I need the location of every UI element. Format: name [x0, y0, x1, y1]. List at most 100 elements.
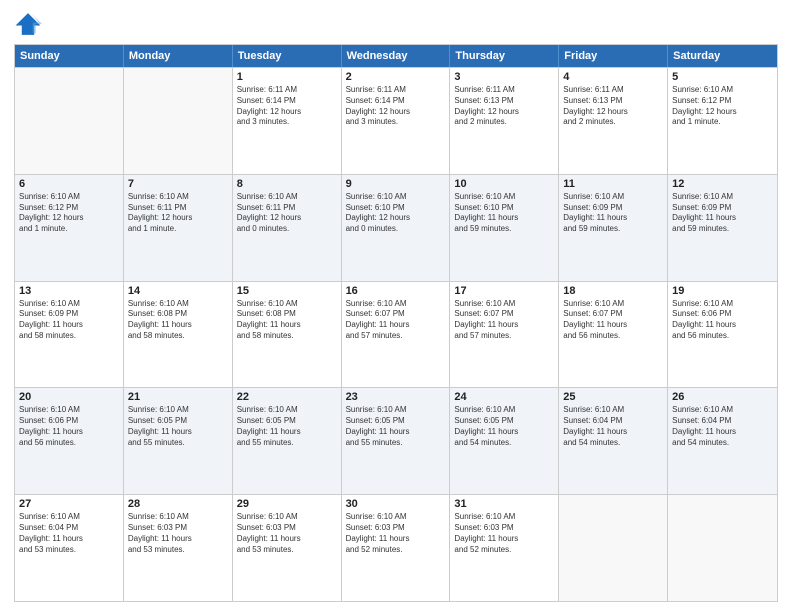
cell-info: Sunrise: 6:10 AM Sunset: 6:11 PM Dayligh… [237, 192, 337, 235]
day-number: 4 [563, 71, 663, 83]
calendar-cell: 8 Sunrise: 6:10 AM Sunset: 6:11 PM Daylig… [233, 175, 342, 281]
calendar-header-cell: Wednesday [342, 45, 451, 67]
calendar-header-cell: Tuesday [233, 45, 342, 67]
day-number: 22 [237, 391, 337, 403]
calendar-cell: 16 Sunrise: 6:10 AM Sunset: 6:07 PM Dayli… [342, 282, 451, 388]
cell-info: Sunrise: 6:10 AM Sunset: 6:09 PM Dayligh… [672, 192, 773, 235]
calendar-cell: 23 Sunrise: 6:10 AM Sunset: 6:05 PM Dayli… [342, 388, 451, 494]
calendar-cell: 24 Sunrise: 6:10 AM Sunset: 6:05 PM Dayli… [450, 388, 559, 494]
cell-info: Sunrise: 6:10 AM Sunset: 6:04 PM Dayligh… [563, 405, 663, 448]
day-number: 23 [346, 391, 446, 403]
cell-info: Sunrise: 6:10 AM Sunset: 6:07 PM Dayligh… [346, 299, 446, 342]
cell-info: Sunrise: 6:10 AM Sunset: 6:03 PM Dayligh… [237, 512, 337, 555]
day-number: 3 [454, 71, 554, 83]
cell-info: Sunrise: 6:10 AM Sunset: 6:07 PM Dayligh… [563, 299, 663, 342]
calendar-header-cell: Monday [124, 45, 233, 67]
calendar-row: 20 Sunrise: 6:10 AM Sunset: 6:06 PM Dayli… [15, 387, 777, 494]
cell-info: Sunrise: 6:11 AM Sunset: 6:13 PM Dayligh… [563, 85, 663, 128]
cell-info: Sunrise: 6:10 AM Sunset: 6:09 PM Dayligh… [19, 299, 119, 342]
calendar-cell: 4 Sunrise: 6:11 AM Sunset: 6:13 PM Daylig… [559, 68, 668, 174]
cell-info: Sunrise: 6:10 AM Sunset: 6:05 PM Dayligh… [128, 405, 228, 448]
calendar-row: 6 Sunrise: 6:10 AM Sunset: 6:12 PM Daylig… [15, 174, 777, 281]
calendar-cell [15, 68, 124, 174]
day-number: 17 [454, 285, 554, 297]
calendar-cell: 11 Sunrise: 6:10 AM Sunset: 6:09 PM Dayli… [559, 175, 668, 281]
cell-info: Sunrise: 6:10 AM Sunset: 6:12 PM Dayligh… [672, 85, 773, 128]
day-number: 24 [454, 391, 554, 403]
day-number: 21 [128, 391, 228, 403]
calendar-header-cell: Thursday [450, 45, 559, 67]
calendar-cell: 10Sunrise: 6:10 AM Sunset: 6:10 PM Dayli… [450, 175, 559, 281]
calendar-cell: 3 Sunrise: 6:11 AM Sunset: 6:13 PM Daylig… [450, 68, 559, 174]
calendar-cell: 22 Sunrise: 6:10 AM Sunset: 6:05 PM Dayli… [233, 388, 342, 494]
cell-info: Sunrise: 6:10 AM Sunset: 6:11 PM Dayligh… [128, 192, 228, 235]
day-number: 29 [237, 498, 337, 510]
cell-info: Sunrise: 6:10 AM Sunset: 6:12 PM Dayligh… [19, 192, 119, 235]
day-number: 28 [128, 498, 228, 510]
cell-info: Sunrise: 6:10 AM Sunset: 6:03 PM Dayligh… [346, 512, 446, 555]
day-number: 25 [563, 391, 663, 403]
cell-info: Sunrise: 6:10 AM Sunset: 6:06 PM Dayligh… [672, 299, 773, 342]
calendar-cell: 6 Sunrise: 6:10 AM Sunset: 6:12 PM Daylig… [15, 175, 124, 281]
day-number: 26 [672, 391, 773, 403]
logo [14, 10, 46, 38]
day-number: 8 [237, 178, 337, 190]
calendar-cell: 9 Sunrise: 6:10 AM Sunset: 6:10 PM Daylig… [342, 175, 451, 281]
day-number: 31 [454, 498, 554, 510]
calendar-cell: 28 Sunrise: 6:10 AM Sunset: 6:03 PM Dayli… [124, 495, 233, 601]
cell-info: Sunrise: 6:11 AM Sunset: 6:14 PM Dayligh… [237, 85, 337, 128]
calendar-cell: 29 Sunrise: 6:10 AM Sunset: 6:03 PM Dayli… [233, 495, 342, 601]
day-number: 12 [672, 178, 773, 190]
calendar-header: SundayMondayTuesdayWednesdayThursdayFrid… [15, 45, 777, 67]
cell-info: Sunrise: 6:10 AM Sunset: 6:08 PM Dayligh… [128, 299, 228, 342]
cell-info: Sunrise: 6:10 AM Sunset: 6:05 PM Dayligh… [237, 405, 337, 448]
calendar-cell [124, 68, 233, 174]
cell-info: Sunrise: 6:10 AM Sunset: 6:05 PM Dayligh… [454, 405, 554, 448]
day-number: 13 [19, 285, 119, 297]
day-number: 9 [346, 178, 446, 190]
calendar-header-cell: Friday [559, 45, 668, 67]
day-number: 1 [237, 71, 337, 83]
cell-info: Sunrise: 6:10 AM Sunset: 6:09 PM Dayligh… [563, 192, 663, 235]
day-number: 10 [454, 178, 554, 190]
calendar-cell: 18 Sunrise: 6:10 AM Sunset: 6:07 PM Dayli… [559, 282, 668, 388]
day-number: 11 [563, 178, 663, 190]
cell-info: Sunrise: 6:10 AM Sunset: 6:06 PM Dayligh… [19, 405, 119, 448]
calendar-cell: 20 Sunrise: 6:10 AM Sunset: 6:06 PM Dayli… [15, 388, 124, 494]
day-number: 5 [672, 71, 773, 83]
day-number: 20 [19, 391, 119, 403]
calendar-cell: 5 Sunrise: 6:10 AM Sunset: 6:12 PM Daylig… [668, 68, 777, 174]
day-number: 18 [563, 285, 663, 297]
calendar-header-cell: Sunday [15, 45, 124, 67]
cell-info: Sunrise: 6:10 AM Sunset: 6:03 PM Dayligh… [128, 512, 228, 555]
cell-info: Sunrise: 6:11 AM Sunset: 6:13 PM Dayligh… [454, 85, 554, 128]
calendar-row: 13 Sunrise: 6:10 AM Sunset: 6:09 PM Dayli… [15, 281, 777, 388]
calendar-body: 1 Sunrise: 6:11 AM Sunset: 6:14 PM Daylig… [15, 67, 777, 601]
header [14, 10, 778, 38]
cell-info: Sunrise: 6:10 AM Sunset: 6:08 PM Dayligh… [237, 299, 337, 342]
cell-info: Sunrise: 6:10 AM Sunset: 6:05 PM Dayligh… [346, 405, 446, 448]
calendar-cell [668, 495, 777, 601]
day-number: 7 [128, 178, 228, 190]
day-number: 16 [346, 285, 446, 297]
cell-info: Sunrise: 6:11 AM Sunset: 6:14 PM Dayligh… [346, 85, 446, 128]
cell-info: Sunrise: 6:10 AM Sunset: 6:07 PM Dayligh… [454, 299, 554, 342]
cell-info: Sunrise: 6:10 AM Sunset: 6:04 PM Dayligh… [19, 512, 119, 555]
calendar-cell: 1 Sunrise: 6:11 AM Sunset: 6:14 PM Daylig… [233, 68, 342, 174]
cell-info: Sunrise: 6:10 AM Sunset: 6:03 PM Dayligh… [454, 512, 554, 555]
calendar-cell: 7 Sunrise: 6:10 AM Sunset: 6:11 PM Daylig… [124, 175, 233, 281]
cell-info: Sunrise: 6:10 AM Sunset: 6:04 PM Dayligh… [672, 405, 773, 448]
day-number: 19 [672, 285, 773, 297]
day-number: 27 [19, 498, 119, 510]
day-number: 14 [128, 285, 228, 297]
calendar-cell: 31 Sunrise: 6:10 AM Sunset: 6:03 PM Dayli… [450, 495, 559, 601]
page: SundayMondayTuesdayWednesdayThursdayFrid… [0, 0, 792, 612]
calendar-cell: 2Sunrise: 6:11 AM Sunset: 6:14 PM Daylig… [342, 68, 451, 174]
calendar-cell: 26 Sunrise: 6:10 AM Sunset: 6:04 PM Dayli… [668, 388, 777, 494]
calendar-cell: 19 Sunrise: 6:10 AM Sunset: 6:06 PM Dayli… [668, 282, 777, 388]
calendar-row: 1 Sunrise: 6:11 AM Sunset: 6:14 PM Daylig… [15, 67, 777, 174]
cell-info: Sunrise: 6:10 AM Sunset: 6:10 PM Dayligh… [346, 192, 446, 235]
day-number: 6 [19, 178, 119, 190]
calendar-cell: 12 Sunrise: 6:10 AM Sunset: 6:09 PM Dayli… [668, 175, 777, 281]
day-number: 15 [237, 285, 337, 297]
